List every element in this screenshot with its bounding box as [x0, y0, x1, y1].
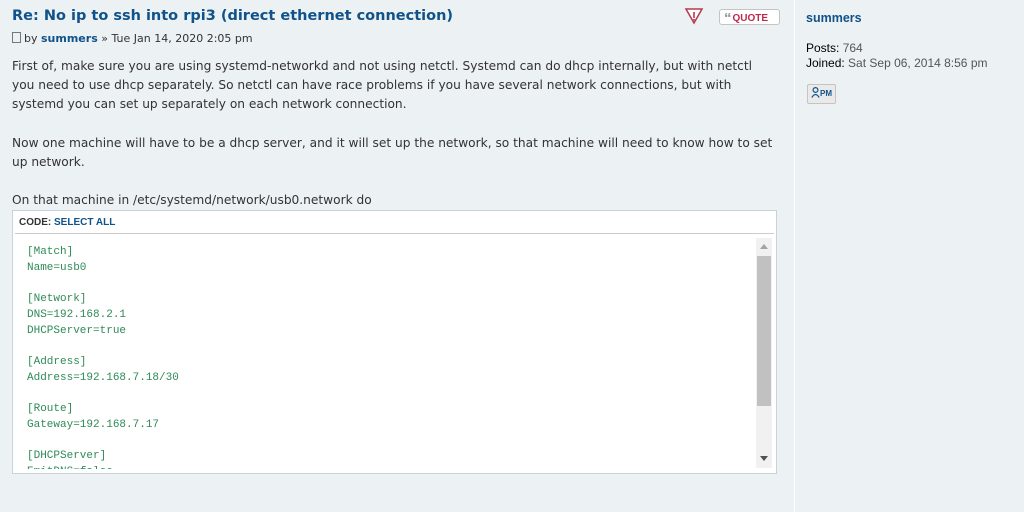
- joined-value: Sat Sep 06, 2014 8:56 pm: [848, 56, 988, 70]
- code-label: CODE:: [19, 217, 52, 228]
- posts-value: 764: [842, 41, 863, 55]
- profile-username[interactable]: summers: [806, 11, 862, 25]
- report-button[interactable]: [684, 7, 704, 25]
- posts-label: Posts:: [806, 41, 840, 55]
- quote-marks-icon: “: [724, 10, 732, 27]
- post-paragraph: First of, make sure you are using system…: [12, 59, 753, 112]
- user-icon: [811, 86, 820, 98]
- author-link[interactable]: summers: [41, 32, 98, 45]
- profile-joined: Joined: Sat Sep 06, 2014 8:56 pm: [806, 56, 987, 70]
- pm-label: PM: [820, 89, 832, 98]
- pm-button[interactable]: PM: [807, 84, 836, 104]
- code-box-header: CODE: SELECT ALL: [15, 211, 774, 234]
- post-icon: [12, 32, 21, 43]
- code-scrollbar[interactable]: [756, 238, 772, 468]
- post-profile: summers Posts: 764 Joined: Sat Sep 06, 2…: [794, 0, 1024, 512]
- post-paragraph: Now one machine will have to be a dhcp s…: [12, 135, 773, 169]
- select-all-link[interactable]: SELECT ALL: [54, 217, 115, 228]
- scroll-up-arrow-icon[interactable]: [760, 244, 768, 249]
- post-title-link[interactable]: Re: No ip to ssh into rpi3 (direct ether…: [12, 8, 453, 24]
- scroll-down-arrow-icon[interactable]: [760, 456, 768, 461]
- report-warning-icon: [684, 8, 704, 25]
- profile-posts: Posts: 764: [806, 41, 863, 55]
- scroll-thumb[interactable]: [757, 256, 771, 406]
- joined-label: Joined:: [806, 56, 845, 70]
- post-date: Tue Jan 14, 2020 2:05 pm: [111, 32, 253, 45]
- post-container: Re: No ip to ssh into rpi3 (direct ether…: [0, 0, 1024, 512]
- code-box: CODE: SELECT ALL [Match] Name=usb0 [Netw…: [12, 210, 777, 474]
- separator: »: [101, 32, 108, 45]
- quote-button-label: QUOTE: [732, 13, 769, 24]
- by-label: by: [24, 32, 38, 45]
- post-author-line: by summers » Tue Jan 14, 2020 2:05 pm: [12, 31, 253, 45]
- post-content: First of, make sure you are using system…: [12, 57, 777, 211]
- code-content[interactable]: [Match] Name=usb0 [Network] DNS=192.168.…: [27, 245, 757, 469]
- quote-button[interactable]: “QUOTE: [719, 9, 780, 27]
- post-paragraph: On that machine in /etc/systemd/network/…: [12, 193, 372, 208]
